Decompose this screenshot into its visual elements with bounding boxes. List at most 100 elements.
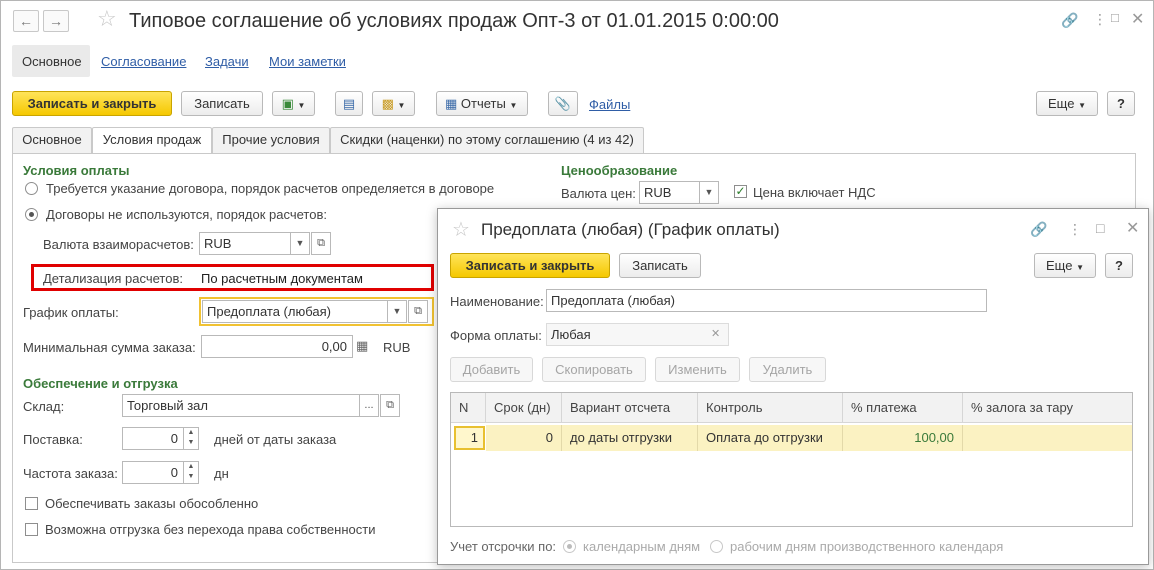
- price-currency-field[interactable]: RUB: [639, 181, 700, 204]
- frequency-spinner[interactable]: ▲ ▼: [183, 461, 199, 484]
- dialog-title: Предоплата (любая) (График оплаты): [481, 220, 780, 239]
- payment-section-title: Условия оплаты: [23, 163, 130, 178]
- tab-main[interactable]: Основное: [12, 127, 92, 153]
- link-icon[interactable]: 🔗: [1030, 221, 1047, 238]
- radio-no-contracts-label: Договоры не используются, порядок расчет…: [46, 207, 327, 222]
- min-sum-label: Минимальная сумма заказа:: [23, 340, 196, 355]
- table-cell[interactable]: 1: [454, 426, 485, 450]
- radio-no-contracts[interactable]: [25, 208, 38, 221]
- radio-contract-required[interactable]: [25, 182, 38, 195]
- column-header[interactable]: Вариант отсчета: [562, 393, 698, 423]
- clear-icon[interactable]: ✕: [711, 327, 720, 340]
- table-cell[interactable]: до даты отгрузки: [562, 425, 698, 451]
- warehouse-label: Склад:: [23, 399, 65, 414]
- column-header[interactable]: Контроль: [698, 393, 843, 423]
- chevron-down-icon: ▼: [397, 101, 406, 110]
- radio-working-days-label: рабочим дням производственного календаря: [730, 539, 1004, 554]
- favorite-star-icon[interactable]: ☆: [452, 217, 470, 242]
- delivery-label: Поставка:: [23, 432, 83, 447]
- window-title: Типовое соглашение об условиях продаж Оп…: [129, 10, 779, 32]
- delete-row-button[interactable]: Удалить: [749, 357, 826, 382]
- column-header[interactable]: Срок (дн): [486, 393, 562, 423]
- pricing-section-title: Ценообразование: [561, 163, 678, 178]
- link-icon[interactable]: 🔗: [1061, 12, 1078, 29]
- tab-discounts[interactable]: Скидки (наценки) по этому соглашению (4 …: [330, 127, 644, 153]
- open-icon[interactable]: ⧉: [380, 394, 400, 417]
- chevron-down-icon: ▼: [509, 101, 518, 110]
- price-currency-dropdown[interactable]: ▼: [699, 181, 719, 204]
- radio-calendar-days[interactable]: [563, 540, 576, 553]
- more-vertical-icon[interactable]: ⋮: [1093, 11, 1107, 28]
- document-icon-button[interactable]: ▤: [335, 91, 363, 116]
- frequency-field[interactable]: 0: [122, 461, 184, 484]
- schedule-table: N Срок (дн) Вариант отсчета Контроль % п…: [450, 392, 1133, 527]
- table-cell[interactable]: [963, 425, 1132, 451]
- close-icon[interactable]: ✕: [1126, 218, 1139, 238]
- forward-button[interactable]: →: [43, 10, 69, 32]
- nav-tab-notes[interactable]: Мои заметки: [269, 54, 346, 69]
- delivery-spinner[interactable]: ▲ ▼: [183, 427, 199, 450]
- close-icon[interactable]: ✕: [1131, 9, 1144, 29]
- frequency-suffix: дн: [214, 466, 229, 481]
- frequency-label: Частота заказа:: [23, 466, 118, 481]
- select-ellipsis-button[interactable]: ...: [359, 394, 379, 417]
- back-button[interactable]: ←: [13, 10, 39, 32]
- change-row-button[interactable]: Изменить: [655, 357, 740, 382]
- files-link[interactable]: Файлы: [589, 97, 630, 112]
- print-icon: ▩: [381, 96, 394, 111]
- no-ownership-transfer-label: Возможна отгрузка без перехода права соб…: [45, 522, 376, 537]
- calculator-icon[interactable]: ▦: [356, 338, 368, 354]
- create-based-on-icon: ▣: [281, 96, 294, 111]
- print-button[interactable]: ▩ ▼: [372, 91, 415, 116]
- add-row-button[interactable]: Добавить: [450, 357, 533, 382]
- radio-calendar-days-label: календарным дням: [583, 539, 701, 554]
- tab-other-conditions[interactable]: Прочие условия: [212, 127, 330, 153]
- maximize-icon[interactable]: □: [1096, 220, 1104, 236]
- radio-working-days[interactable]: [710, 540, 723, 553]
- vat-included-checkbox[interactable]: ✓: [734, 185, 747, 198]
- no-ownership-transfer-checkbox[interactable]: [25, 523, 38, 536]
- maximize-icon[interactable]: □: [1111, 10, 1119, 25]
- copy-row-button[interactable]: Скопировать: [542, 357, 646, 382]
- tab-sales-conditions[interactable]: Условия продаж: [92, 127, 212, 154]
- delivery-field[interactable]: 0: [122, 427, 184, 450]
- open-icon[interactable]: ⧉: [408, 300, 428, 323]
- attachment-button[interactable]: 📎: [548, 91, 578, 116]
- settlement-currency-dropdown[interactable]: ▼: [290, 232, 310, 255]
- more-vertical-icon[interactable]: ⋮: [1068, 221, 1082, 238]
- warehouse-field[interactable]: Торговый зал: [122, 394, 360, 417]
- help-button[interactable]: ?: [1107, 91, 1135, 116]
- dialog-save-close-button[interactable]: Записать и закрыть: [450, 253, 610, 278]
- nav-tab-tasks[interactable]: Задачи: [205, 54, 249, 69]
- dialog-more-button[interactable]: Еще ▼: [1034, 253, 1096, 278]
- column-header[interactable]: N: [451, 393, 486, 423]
- table-cell[interactable]: 100,00: [843, 425, 963, 451]
- chevron-down-icon: ▼: [297, 101, 306, 110]
- create-based-on-button[interactable]: ▣ ▼: [272, 91, 315, 116]
- dialog-save-button[interactable]: Записать: [619, 253, 701, 278]
- min-sum-field[interactable]: 0,00: [201, 335, 353, 358]
- chevron-down-icon: ▼: [1078, 101, 1086, 110]
- payment-form-field[interactable]: Любая: [546, 323, 729, 346]
- column-header[interactable]: % платежа: [843, 393, 963, 423]
- table-cell[interactable]: 0: [486, 425, 562, 451]
- save-button[interactable]: Записать: [181, 91, 263, 116]
- reports-button[interactable]: ▦ Отчеты ▼: [436, 91, 528, 116]
- nav-tab-main[interactable]: Основное: [12, 45, 90, 77]
- detail-label: Детализация расчетов:: [43, 271, 183, 286]
- settlement-currency-field[interactable]: RUB: [199, 232, 291, 255]
- table-cell[interactable]: Оплата до отгрузки: [698, 425, 843, 451]
- schedule-field[interactable]: Предоплата (любая): [202, 300, 388, 323]
- separate-orders-checkbox[interactable]: [25, 497, 38, 510]
- more-button[interactable]: Еще ▼: [1036, 91, 1098, 116]
- open-icon[interactable]: ⧉: [311, 232, 331, 255]
- separate-orders-label: Обеспечивать заказы обособленно: [45, 496, 259, 511]
- payment-schedule-dialog: ☆ Предоплата (любая) (График оплаты) 🔗 ⋮…: [437, 208, 1149, 565]
- nav-tab-approval[interactable]: Согласование: [101, 54, 186, 69]
- column-header[interactable]: % залога за тару: [963, 393, 1132, 423]
- save-close-button[interactable]: Записать и закрыть: [12, 91, 172, 116]
- favorite-star-icon[interactable]: ☆: [97, 6, 117, 32]
- dialog-help-button[interactable]: ?: [1105, 253, 1133, 278]
- schedule-dropdown[interactable]: ▼: [387, 300, 407, 323]
- name-field[interactable]: Предоплата (любая): [546, 289, 987, 312]
